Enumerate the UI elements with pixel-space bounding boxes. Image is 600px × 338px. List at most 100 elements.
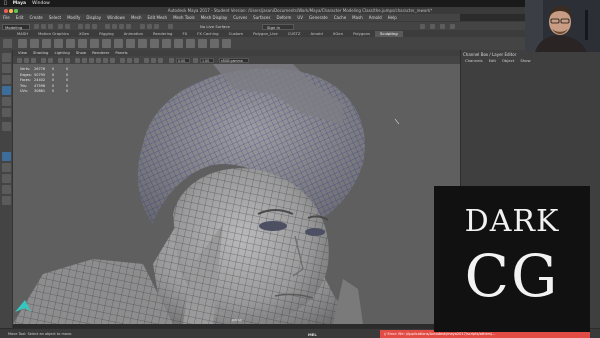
select-component-icon[interactable] bbox=[92, 24, 97, 29]
select-object-icon[interactable] bbox=[85, 24, 90, 29]
tool-settings-icon[interactable] bbox=[440, 24, 445, 29]
save-scene-icon[interactable] bbox=[48, 24, 53, 29]
use-all-lights-icon[interactable] bbox=[103, 57, 108, 63]
window-menu[interactable]: Window bbox=[32, 0, 50, 7]
persp-graph-layout-icon[interactable] bbox=[2, 185, 11, 194]
menu-edit[interactable]: Edit bbox=[16, 14, 24, 21]
menu-file[interactable]: File bbox=[3, 14, 10, 21]
resolution-gate-icon[interactable] bbox=[65, 57, 70, 63]
exposure-field[interactable]: 0.00 bbox=[176, 57, 190, 63]
snap-curve-icon[interactable] bbox=[112, 24, 117, 29]
lasso-tool-icon[interactable] bbox=[2, 64, 11, 73]
wireframe-on-shaded-icon[interactable] bbox=[89, 57, 94, 63]
ipr-render-icon[interactable] bbox=[147, 24, 152, 29]
minimize-window-icon[interactable] bbox=[9, 9, 13, 13]
scrape-tool-icon[interactable] bbox=[150, 39, 159, 48]
menu-modify[interactable]: Modify bbox=[67, 14, 80, 21]
menu-curves[interactable]: Curves bbox=[233, 14, 247, 21]
wax-tool-icon[interactable] bbox=[138, 39, 147, 48]
four-view-layout-icon[interactable] bbox=[2, 163, 11, 172]
menu-mesh-tools[interactable]: Mesh Tools bbox=[173, 14, 195, 21]
spray-tool-icon[interactable] bbox=[102, 39, 111, 48]
view-transform-field[interactable]: sRGB gamma bbox=[219, 57, 249, 63]
bookmark-icon[interactable] bbox=[31, 57, 36, 63]
xray-joints-icon[interactable] bbox=[158, 57, 163, 63]
menu-surfaces[interactable]: Surfaces bbox=[253, 14, 270, 21]
gamma-icon[interactable] bbox=[193, 57, 198, 63]
redo-icon[interactable] bbox=[65, 24, 70, 29]
screen-space-ao-icon[interactable] bbox=[120, 57, 125, 63]
last-tool-icon[interactable] bbox=[2, 122, 11, 131]
smooth-shade-icon[interactable] bbox=[82, 57, 87, 63]
persp-outliner-layout-icon[interactable] bbox=[2, 196, 11, 205]
perspective-viewport[interactable] bbox=[13, 64, 460, 324]
select-camera-icon[interactable] bbox=[17, 57, 22, 63]
motion-blur-icon[interactable] bbox=[127, 57, 132, 63]
render-icon[interactable] bbox=[140, 24, 145, 29]
menu-create[interactable]: Create bbox=[29, 14, 42, 21]
render-settings-icon[interactable] bbox=[154, 24, 159, 29]
image-plane-icon[interactable] bbox=[41, 57, 46, 63]
sculpt-tool-icon[interactable] bbox=[18, 39, 27, 48]
camera-attributes-icon[interactable] bbox=[24, 57, 29, 63]
isolate-select-icon[interactable] bbox=[144, 57, 149, 63]
film-gate-icon[interactable] bbox=[58, 57, 63, 63]
anti-aliasing-icon[interactable] bbox=[134, 57, 139, 63]
menu-uv[interactable]: UV bbox=[297, 14, 303, 21]
foamy-tool-icon[interactable] bbox=[90, 39, 99, 48]
open-scene-icon[interactable] bbox=[41, 24, 46, 29]
xray-icon[interactable] bbox=[151, 57, 156, 63]
menu-mesh[interactable]: Mesh bbox=[131, 14, 142, 21]
imprint-tool-icon[interactable] bbox=[126, 39, 135, 48]
channel-box-icon[interactable] bbox=[450, 24, 455, 29]
script-language-label[interactable]: MEL bbox=[308, 332, 317, 337]
snap-point-icon[interactable] bbox=[119, 24, 124, 29]
wireframe-icon[interactable] bbox=[75, 57, 80, 63]
channel-box-menu-channels[interactable]: Channels bbox=[465, 58, 483, 63]
knife-tool-icon[interactable] bbox=[174, 39, 183, 48]
new-scene-icon[interactable] bbox=[34, 24, 39, 29]
gamma-field[interactable]: 1.00 bbox=[200, 57, 214, 63]
repeat-tool-icon[interactable] bbox=[114, 39, 123, 48]
move-tool-icon[interactable] bbox=[2, 86, 11, 95]
smooth-tool-icon[interactable] bbox=[30, 39, 39, 48]
live-surface-field[interactable]: No Live Surface bbox=[200, 24, 230, 30]
rotate-tool-icon[interactable] bbox=[2, 97, 11, 106]
exposure-icon[interactable] bbox=[169, 57, 174, 63]
select-hierarchy-icon[interactable] bbox=[78, 24, 83, 29]
menu-mash[interactable]: Mash bbox=[352, 14, 363, 21]
zoom-window-icon[interactable] bbox=[14, 9, 18, 13]
menu-select[interactable]: Select bbox=[49, 14, 61, 21]
sign-in-button[interactable]: Sign In bbox=[262, 23, 294, 30]
freeze-tool-icon[interactable] bbox=[222, 39, 231, 48]
channel-box-menu-object[interactable]: Object bbox=[502, 58, 514, 63]
pinch-tool-icon[interactable] bbox=[66, 39, 75, 48]
amplify-tool-icon[interactable] bbox=[210, 39, 219, 48]
grab-tool-icon[interactable] bbox=[54, 39, 63, 48]
channel-box-menu-edit[interactable]: Edit bbox=[489, 58, 496, 63]
bulge-tool-icon[interactable] bbox=[198, 39, 207, 48]
menu-deform[interactable]: Deform bbox=[276, 14, 291, 21]
menuset-dropdown[interactable]: Modeling bbox=[2, 23, 30, 30]
smear-tool-icon[interactable] bbox=[186, 39, 195, 48]
grid-icon[interactable] bbox=[48, 57, 53, 63]
shadows-icon[interactable] bbox=[110, 57, 115, 63]
modeling-toolkit-icon[interactable] bbox=[420, 24, 425, 29]
menu-windows[interactable]: Windows bbox=[107, 14, 125, 21]
textured-icon[interactable] bbox=[96, 57, 101, 63]
select-tool-icon[interactable] bbox=[2, 53, 11, 62]
close-window-icon[interactable] bbox=[4, 9, 8, 13]
shelf-settings-icon[interactable] bbox=[3, 39, 12, 48]
fill-tool-icon[interactable] bbox=[162, 39, 171, 48]
relax-tool-icon[interactable] bbox=[42, 39, 51, 48]
undo-icon[interactable] bbox=[58, 24, 63, 29]
app-menu[interactable]: Maya bbox=[13, 0, 26, 7]
snap-grid-icon[interactable] bbox=[105, 24, 110, 29]
menu-display[interactable]: Display bbox=[86, 14, 101, 21]
single-perspective-layout-icon[interactable] bbox=[2, 152, 11, 161]
menu-arnold[interactable]: Arnold bbox=[369, 14, 382, 21]
menu-mesh-display[interactable]: Mesh Display bbox=[201, 14, 228, 21]
scale-tool-icon[interactable] bbox=[2, 108, 11, 117]
side-by-side-layout-icon[interactable] bbox=[2, 174, 11, 183]
flatten-tool-icon[interactable] bbox=[78, 39, 87, 48]
